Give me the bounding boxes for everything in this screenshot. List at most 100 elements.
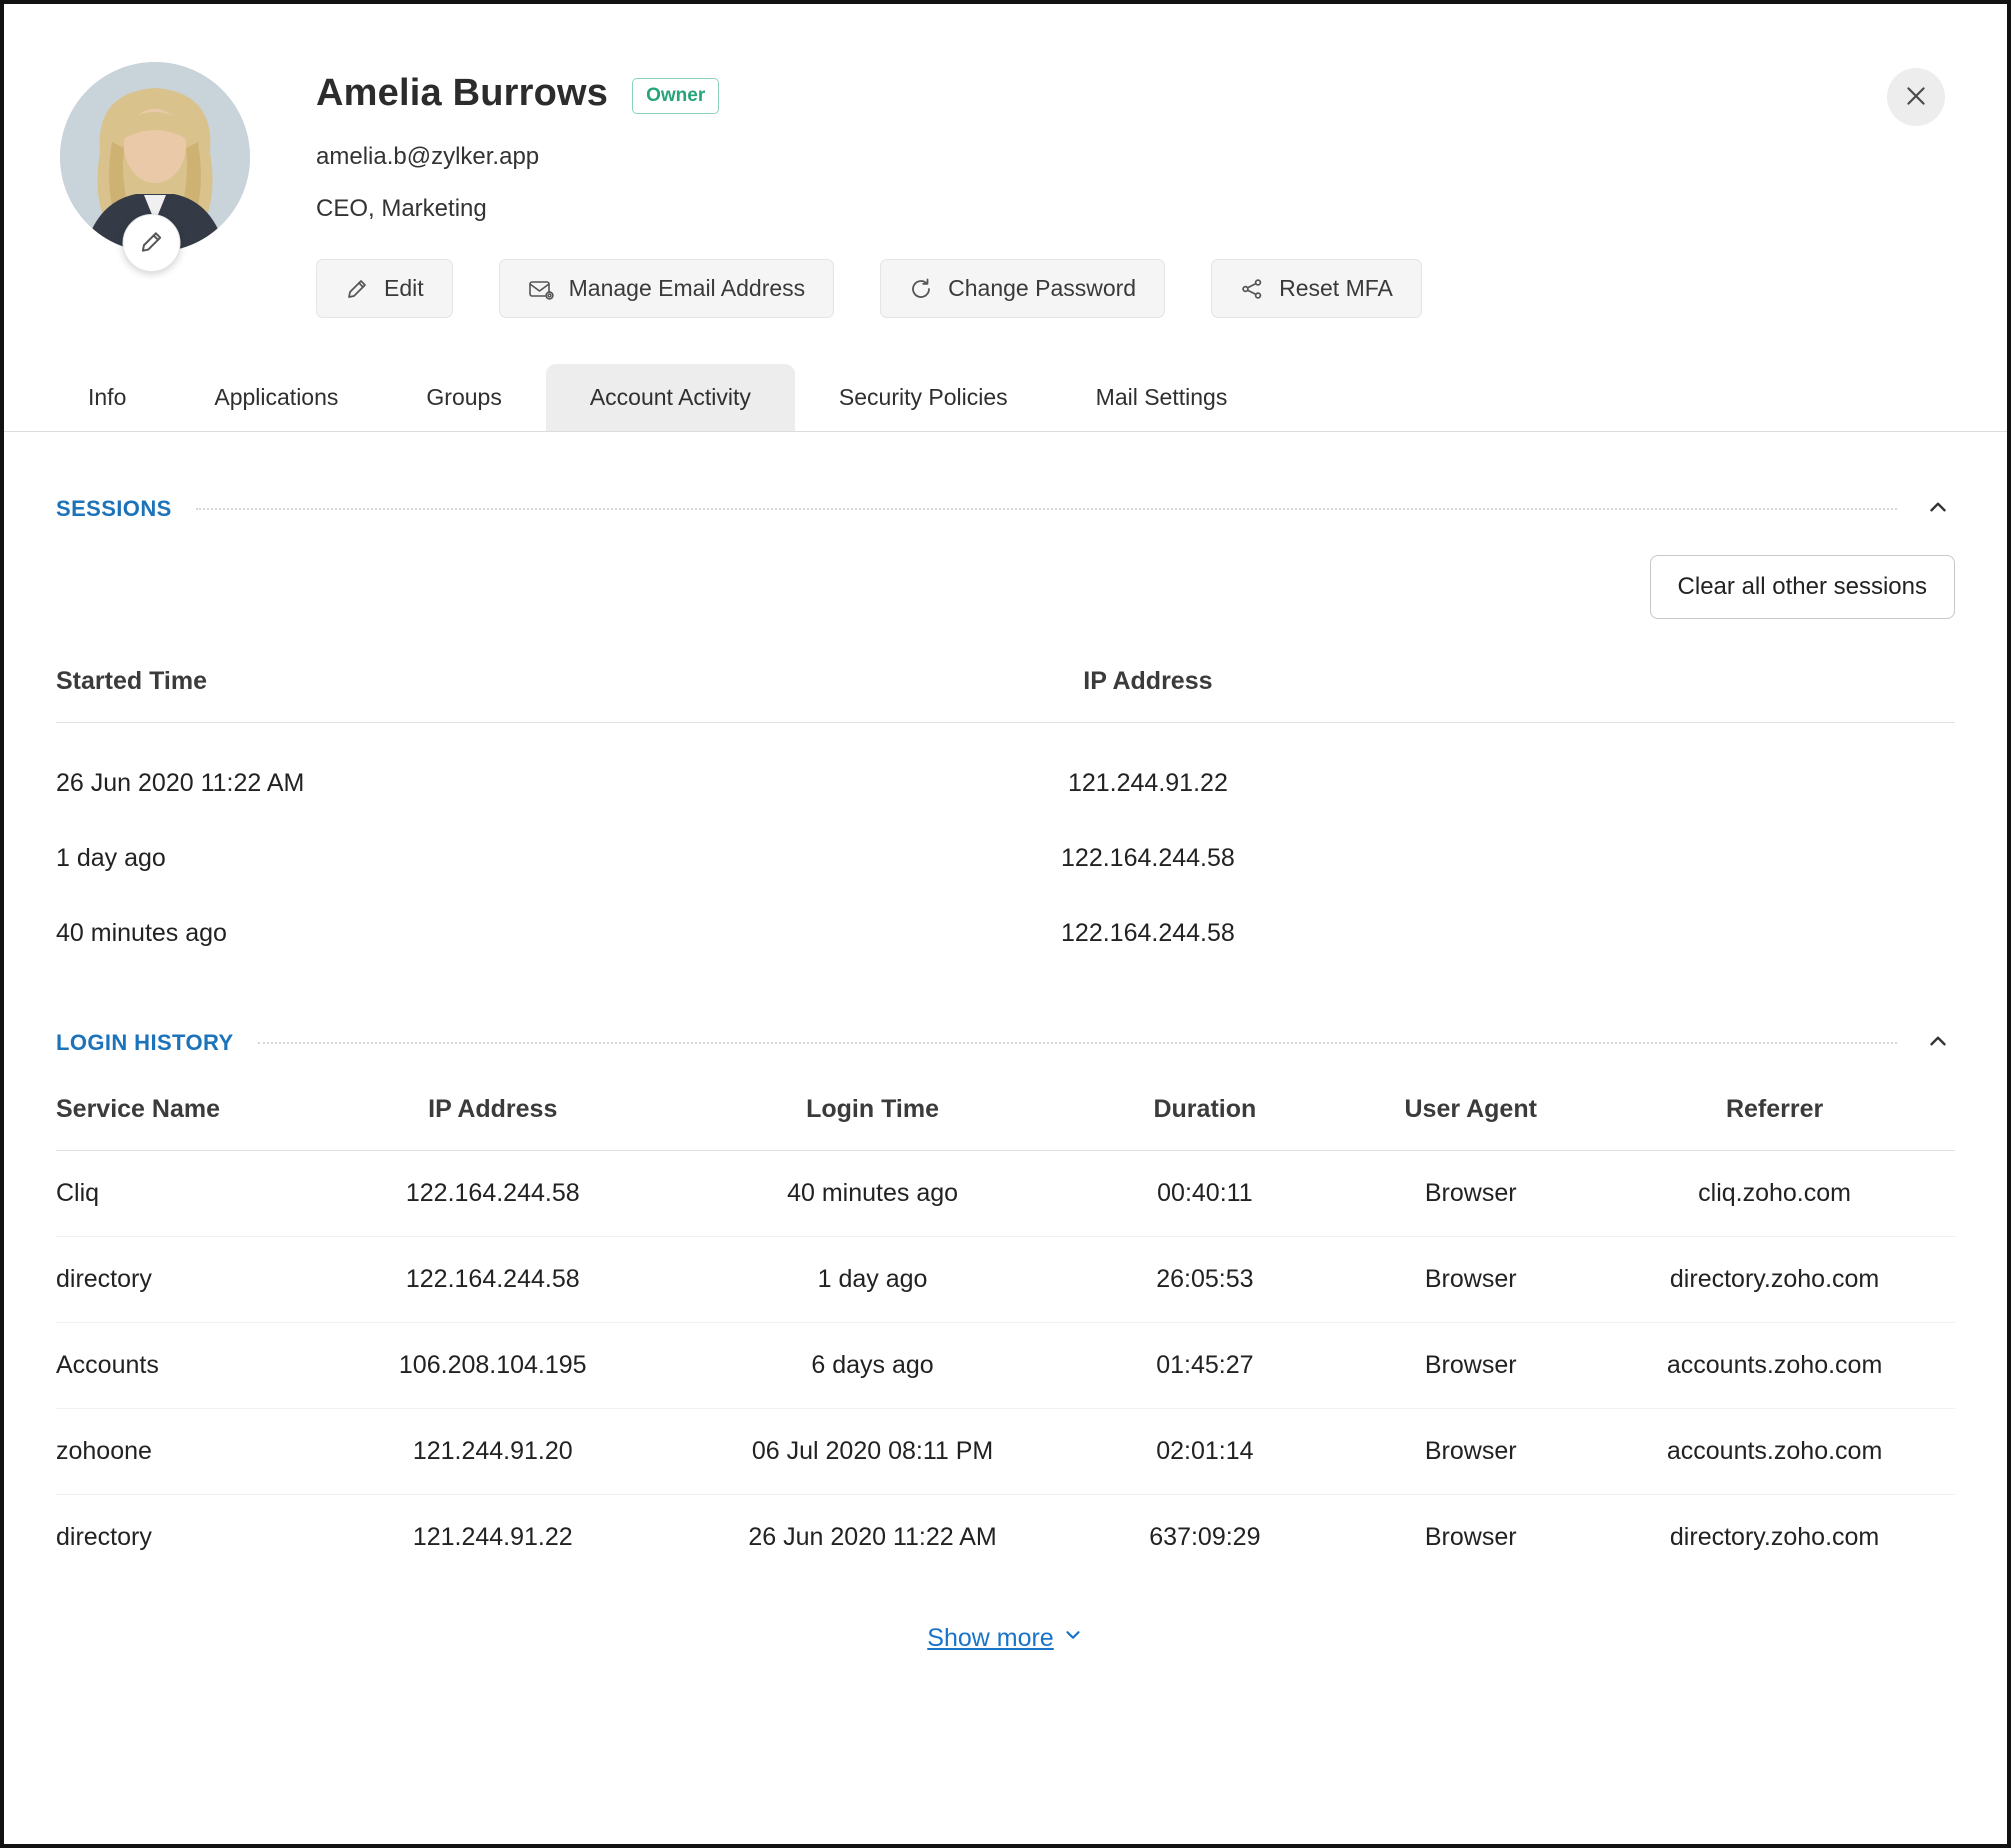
login-ip-address: 122.164.244.58 [303, 1151, 683, 1237]
sessions-col-ip-address: IP Address [816, 667, 1481, 723]
tab-groups[interactable]: Groups [382, 364, 545, 431]
session-ip-address: 121.244.91.22 [816, 723, 1481, 799]
login-referrer: directory.zoho.com [1594, 1495, 1955, 1581]
tab-mail-settings[interactable]: Mail Settings [1052, 364, 1272, 431]
owner-badge: Owner [632, 78, 719, 114]
login-history-header-row: Service Name IP Address Login Time Durat… [56, 1095, 1955, 1151]
login-history-collapse-button[interactable] [1921, 1024, 1955, 1061]
edit-button-label: Edit [384, 275, 424, 302]
avatar-edit-button[interactable] [123, 214, 181, 272]
login-duration: 02:01:14 [1062, 1409, 1347, 1495]
avatar [60, 62, 250, 252]
user-email: amelia.b@zylker.app [316, 143, 1422, 171]
dotted-divider [258, 1042, 1897, 1044]
login-time: 06 Jul 2020 08:11 PM [683, 1409, 1063, 1495]
login-referrer: accounts.zoho.com [1594, 1409, 1955, 1495]
login-user-agent: Browser [1347, 1495, 1594, 1581]
change-password-button-label: Change Password [948, 275, 1136, 302]
manage-email-button[interactable]: Manage Email Address [499, 259, 835, 318]
chevron-up-icon [1925, 494, 1951, 523]
login-history-table: Service Name IP Address Login Time Durat… [56, 1095, 1955, 1580]
login-duration: 26:05:53 [1062, 1237, 1347, 1323]
login-service-name: Accounts [56, 1323, 303, 1409]
tab-info[interactable]: Info [44, 364, 170, 431]
session-ip-address: 122.164.244.58 [816, 798, 1481, 873]
show-more-link[interactable]: Show more [927, 1624, 1083, 1653]
login-time: 6 days ago [683, 1323, 1063, 1409]
tab-account-activity[interactable]: Account Activity [546, 364, 795, 431]
login-user-agent: Browser [1347, 1323, 1594, 1409]
sessions-collapse-button[interactable] [1921, 490, 1955, 527]
login-user-agent: Browser [1347, 1151, 1594, 1237]
login-referrer: directory.zoho.com [1594, 1237, 1955, 1323]
login-user-agent: Browser [1347, 1409, 1594, 1495]
show-more-label: Show more [927, 1624, 1053, 1653]
login-col-ip-address: IP Address [303, 1095, 683, 1151]
network-icon [1240, 277, 1264, 301]
login-referrer: accounts.zoho.com [1594, 1323, 1955, 1409]
close-icon [1903, 83, 1929, 112]
table-row: 26 Jun 2020 11:22 AM 121.244.91.22 [56, 723, 1955, 799]
table-row: directory 121.244.91.22 26 Jun 2020 11:2… [56, 1495, 1955, 1581]
table-row: zohoone 121.244.91.20 06 Jul 2020 08:11 … [56, 1409, 1955, 1495]
session-started-time: 40 minutes ago [56, 873, 816, 948]
login-col-duration: Duration [1062, 1095, 1347, 1151]
tab-security-policies[interactable]: Security Policies [795, 364, 1052, 431]
chevron-down-icon [1062, 1624, 1084, 1653]
login-duration: 01:45:27 [1062, 1323, 1347, 1409]
login-duration: 00:40:11 [1062, 1151, 1347, 1237]
clear-all-sessions-button[interactable]: Clear all other sessions [1650, 555, 1955, 619]
table-row: 1 day ago 122.164.244.58 [56, 798, 1955, 873]
reset-mfa-button[interactable]: Reset MFA [1211, 259, 1422, 318]
profile-actions: Edit Manage Email Address [316, 259, 1422, 318]
show-more-row: Show more [56, 1624, 1955, 1653]
table-row: Accounts 106.208.104.195 6 days ago 01:4… [56, 1323, 1955, 1409]
login-time: 26 Jun 2020 11:22 AM [683, 1495, 1063, 1581]
sessions-title: SESSIONS [56, 496, 172, 522]
login-ip-address: 106.208.104.195 [303, 1323, 683, 1409]
login-col-referrer: Referrer [1594, 1095, 1955, 1151]
login-referrer: cliq.zoho.com [1594, 1151, 1955, 1237]
sessions-section-header: SESSIONS [56, 490, 1955, 527]
change-password-button[interactable]: Change Password [880, 259, 1165, 318]
login-service-name: directory [56, 1495, 303, 1581]
edit-button[interactable]: Edit [316, 259, 453, 318]
login-col-user-agent: User Agent [1347, 1095, 1594, 1151]
login-time: 1 day ago [683, 1237, 1063, 1323]
name-row: Amelia Burrows Owner [316, 72, 1422, 115]
login-col-login-time: Login Time [683, 1095, 1063, 1151]
sessions-table: Started Time IP Address 26 Jun 2020 11:2… [56, 667, 1955, 948]
sessions-col-spacer [1480, 667, 1955, 723]
sessions-toolbar: Clear all other sessions [56, 555, 1955, 619]
login-ip-address: 122.164.244.58 [303, 1237, 683, 1323]
user-name: Amelia Burrows [316, 72, 608, 115]
dotted-divider [196, 508, 1897, 510]
session-started-time: 1 day ago [56, 798, 816, 873]
session-started-time: 26 Jun 2020 11:22 AM [56, 723, 816, 799]
login-time: 40 minutes ago [683, 1151, 1063, 1237]
login-service-name: zohoone [56, 1409, 303, 1495]
user-role: CEO, Marketing [316, 195, 1422, 223]
login-service-name: directory [56, 1237, 303, 1323]
pencil-icon [345, 277, 369, 301]
login-user-agent: Browser [1347, 1237, 1594, 1323]
login-history-section: LOGIN HISTORY Service Name IP Address L [56, 1024, 1955, 1653]
close-button[interactable] [1887, 68, 1945, 126]
sessions-col-started-time: Started Time [56, 667, 816, 723]
table-row: 40 minutes ago 122.164.244.58 [56, 873, 1955, 948]
login-ip-address: 121.244.91.20 [303, 1409, 683, 1495]
login-col-service-name: Service Name [56, 1095, 303, 1151]
profile-header: Amelia Burrows Owner amelia.b@zylker.app… [4, 4, 2007, 318]
profile-info: Amelia Burrows Owner amelia.b@zylker.app… [316, 62, 1422, 318]
envelope-gear-icon [528, 277, 554, 301]
login-duration: 637:09:29 [1062, 1495, 1347, 1581]
user-profile-panel: Amelia Burrows Owner amelia.b@zylker.app… [0, 0, 2011, 1848]
login-service-name: Cliq [56, 1151, 303, 1237]
tab-applications[interactable]: Applications [170, 364, 382, 431]
sessions-header-row: Started Time IP Address [56, 667, 1955, 723]
table-row: Cliq 122.164.244.58 40 minutes ago 00:40… [56, 1151, 1955, 1237]
session-ip-address: 122.164.244.58 [816, 873, 1481, 948]
refresh-icon [909, 277, 933, 301]
reset-mfa-button-label: Reset MFA [1279, 275, 1393, 302]
login-ip-address: 121.244.91.22 [303, 1495, 683, 1581]
